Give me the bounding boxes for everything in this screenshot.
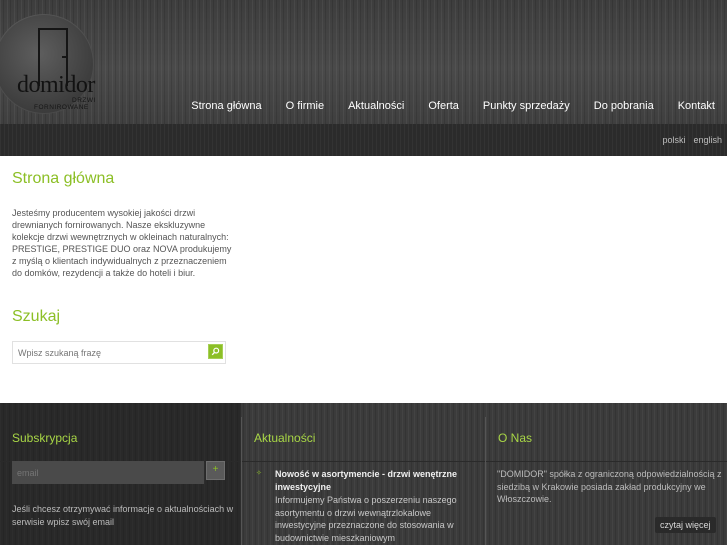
search-form — [12, 341, 226, 364]
nav-item-downloads[interactable]: Do pobrania — [594, 100, 654, 114]
search-input[interactable] — [13, 342, 203, 363]
nav-item-news[interactable]: Aktualności — [348, 100, 404, 114]
nav-item-points-of-sale[interactable]: Punkty sprzedaży — [483, 100, 570, 114]
about-heading: O Nas — [498, 431, 533, 445]
site-header: domidor DRZWI FORNIROWANE Strona główna … — [0, 0, 727, 124]
nav-item-offer[interactable]: Oferta — [428, 100, 459, 114]
main-navigation: Strona główna O firmie Aktualności Ofert… — [179, 100, 727, 114]
subscription-description: Jeśli chcesz otrzymywać informacje o akt… — [12, 504, 234, 527]
logo-subtitle-drzwi: DRZWI — [72, 97, 96, 104]
language-bar: polski english — [0, 124, 727, 156]
email-field[interactable] — [12, 461, 204, 484]
subscription-heading: Subskrypcja — [12, 431, 78, 445]
search-heading: Szukaj — [12, 308, 61, 325]
logo-text[interactable]: domidor — [17, 73, 95, 97]
subscribe-button[interactable]: + — [206, 461, 225, 480]
news-heading: Aktualności — [254, 431, 316, 445]
bullet-icon: ✧ — [256, 470, 262, 477]
news-item-body: Informujemy Państwa o poszerzeniu naszeg… — [275, 495, 457, 543]
language-link-english[interactable]: english — [693, 135, 722, 145]
read-more-button[interactable]: czytaj więcej — [655, 517, 716, 533]
door-handle-icon — [62, 56, 67, 58]
language-link-polish[interactable]: polski — [662, 135, 685, 145]
divider — [486, 461, 727, 462]
logo-subtitle-fornirowane: FORNIROWANE — [34, 104, 89, 111]
language-switcher: polski english — [654, 135, 722, 145]
nav-item-about-company[interactable]: O firmie — [286, 100, 325, 114]
divider — [242, 461, 485, 462]
nav-item-contact[interactable]: Kontakt — [678, 100, 715, 114]
nav-item-home[interactable]: Strona główna — [191, 100, 261, 114]
search-button[interactable] — [208, 344, 223, 359]
news-item-title[interactable]: Nowość w asortymencie - drzwi wenętrzne … — [275, 468, 480, 493]
page-title: Strona główna — [12, 170, 115, 187]
intro-paragraph: Jesteśmy producentem wysokiej jakości dr… — [12, 208, 232, 278]
about-description: "DOMIDOR" spółka z ograniczoną odpowiedz… — [497, 469, 722, 504]
search-icon — [211, 347, 220, 356]
